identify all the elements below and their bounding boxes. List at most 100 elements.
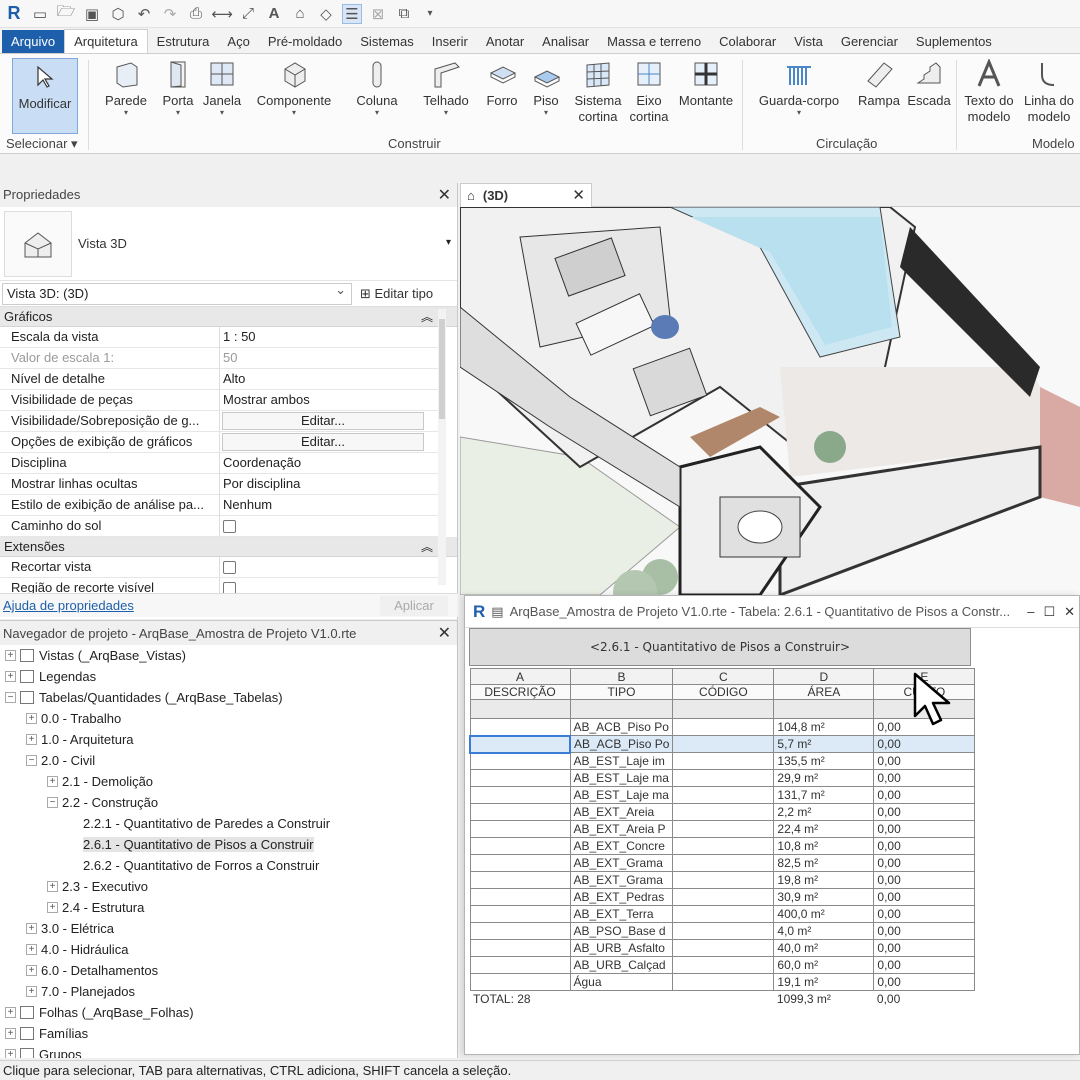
tab-aco[interactable]: Aço [218,30,258,53]
expand-icon[interactable]: + [47,902,58,913]
table-cell[interactable]: 0,00 [873,973,976,991]
modify-button[interactable]: Modificar [12,58,78,134]
railing-button[interactable]: Guarda-corpo ▾ [754,58,844,117]
table-cell[interactable]: 0,00 [873,956,976,974]
close-icon[interactable]: ✕ [438,623,451,643]
window-button[interactable]: Janela ▾ [201,58,243,117]
curtain-grid-button[interactable]: Eixo cortina [628,58,670,125]
column-letter[interactable]: D [773,668,875,685]
table-cell[interactable]: 0,00 [873,854,976,872]
property-value[interactable]: Mostrar ambos [220,390,438,410]
category-extents[interactable]: Extensões ︽ [0,537,457,557]
property-value[interactable] [220,516,438,536]
table-cell[interactable]: 0,00 [873,939,976,957]
save-icon[interactable]: ▣ [82,4,102,24]
table-cell[interactable]: 0,00 [873,786,976,804]
dimension-icon[interactable]: ⤢ [238,4,258,24]
table-cell[interactable]: 10,8 m² [773,837,875,855]
table-cell[interactable]: 19,1 m² [773,973,875,991]
table-cell[interactable]: AB_EXT_Concre [569,837,674,855]
table-cell[interactable]: 0,00 [873,837,976,855]
tree-node[interactable]: + Famílias [0,1023,457,1044]
ramp-button[interactable]: Rampa [856,58,902,109]
column-button[interactable]: Coluna ▾ [354,58,400,117]
table-cell[interactable]: 0,00 [873,888,976,906]
table-cell[interactable] [672,803,775,821]
table-cell[interactable]: AB_EXT_Grama [569,871,674,889]
table-cell[interactable]: AB_EST_Laje im [569,752,674,770]
expand-icon[interactable]: + [5,650,16,661]
type-selector[interactable]: Vista 3D ▾ [0,207,457,281]
tree-node[interactable]: +2.3 - Executivo [0,876,457,897]
expand-icon[interactable]: + [47,881,58,892]
edit-button[interactable]: Editar... [222,412,424,430]
curtain-system-button[interactable]: Sistema cortina [572,58,624,125]
property-value[interactable] [220,557,438,577]
property-row[interactable]: Nível de detalhe Alto [0,369,438,390]
close-icon[interactable]: ✕ [1064,604,1075,620]
redo-icon[interactable]: ↷ [160,4,180,24]
property-row[interactable]: Escala da vista 1 : 50 [0,327,438,348]
column-header[interactable]: DESCRIÇÃO [469,684,571,700]
tab-gerenciar[interactable]: Gerenciar [832,30,907,53]
properties-help-link[interactable]: Ajuda de propriedades [3,598,134,613]
print-icon[interactable]: ⎙ [186,4,206,24]
cloud-icon[interactable]: ⬡ [108,4,128,24]
new-icon[interactable]: ▭ [30,4,50,24]
table-cell[interactable]: 2,2 m² [773,803,875,821]
category-graphics[interactable]: Gráficos ︽ [0,307,457,327]
expand-icon[interactable]: + [26,944,37,955]
roof-button[interactable]: Telhado ▾ [420,58,472,117]
table-cell[interactable] [469,973,571,991]
table-cell[interactable]: 60,0 m² [773,956,875,974]
edit-button[interactable]: Editar... [222,433,424,451]
tag-icon[interactable]: ◇ [316,4,336,24]
table-cell[interactable]: 40,0 m² [773,939,875,957]
table-cell[interactable]: 0,00 [873,820,976,838]
table-cell[interactable] [672,888,775,906]
tree-node[interactable]: +3.0 - Elétrica [0,918,457,939]
property-row[interactable]: Visibilidade/Sobreposição de g... Editar.… [0,411,438,432]
column-header[interactable]: TIPO [569,684,674,700]
tab-analisar[interactable]: Analisar [533,30,598,53]
tree-node[interactable]: +2.4 - Estrutura [0,897,457,918]
table-cell[interactable]: 82,5 m² [773,854,875,872]
table-cell[interactable]: AB_EXT_Areia [569,803,674,821]
3d-view-icon[interactable]: ⌂ [290,4,310,24]
tree-node[interactable]: + Vistas (_ArqBase_Vistas) [0,645,457,666]
tree-node[interactable]: 2.6.1 - Quantitativo de Pisos a Construi… [0,834,457,855]
tree-node[interactable]: 2.6.2 - Quantitativo de Forros a Constru… [0,855,457,876]
text-icon[interactable]: A [264,4,284,24]
expand-icon[interactable]: + [26,734,37,745]
table-cell[interactable] [672,854,775,872]
table-cell[interactable] [469,837,571,855]
property-row[interactable]: Valor de escala 1: 50 [0,348,438,369]
tree-node[interactable]: +0.0 - Trabalho [0,708,457,729]
property-row[interactable]: Opções de exibição de gráficos Editar... [0,432,438,453]
view-tab-3d[interactable]: ⌂ (3D) ✕ [460,183,592,207]
folder-icon[interactable]: 🗁 [56,3,76,24]
property-row[interactable]: Estilo de exibição de análise pa... Nenhu… [0,495,438,516]
table-cell[interactable] [469,769,571,787]
table-cell[interactable]: AB_PSO_Base d [569,922,674,940]
table-cell[interactable]: AB_EST_Laje ma [569,769,674,787]
tree-node[interactable]: +2.1 - Demolição [0,771,457,792]
switch-window-icon[interactable]: ⧉ [394,4,414,24]
property-row[interactable]: Recortar vista [0,557,438,578]
table-cell[interactable]: AB_URB_Asfalto [569,939,674,957]
property-row[interactable]: Visibilidade de peças Mostrar ambos [0,390,438,411]
table-cell[interactable] [469,888,571,906]
collapse-icon[interactable]: − [5,692,16,703]
collapse-icon[interactable]: − [26,755,37,766]
checkbox[interactable] [223,520,236,533]
table-cell[interactable]: 30,9 m² [773,888,875,906]
3d-viewport[interactable] [460,207,1080,595]
table-cell[interactable] [469,922,571,940]
close-icon[interactable]: ✕ [572,186,585,204]
table-cell[interactable]: 29,9 m² [773,769,875,787]
property-value[interactable]: Por disciplina [220,474,438,494]
tab-massa-terreno[interactable]: Massa e terreno [598,30,710,53]
tree-node[interactable]: − Tabelas/Quantidades (_ArqBase_Tabelas) [0,687,457,708]
table-cell[interactable]: AB_EXT_Areia P [569,820,674,838]
table-cell[interactable]: 131,7 m² [773,786,875,804]
